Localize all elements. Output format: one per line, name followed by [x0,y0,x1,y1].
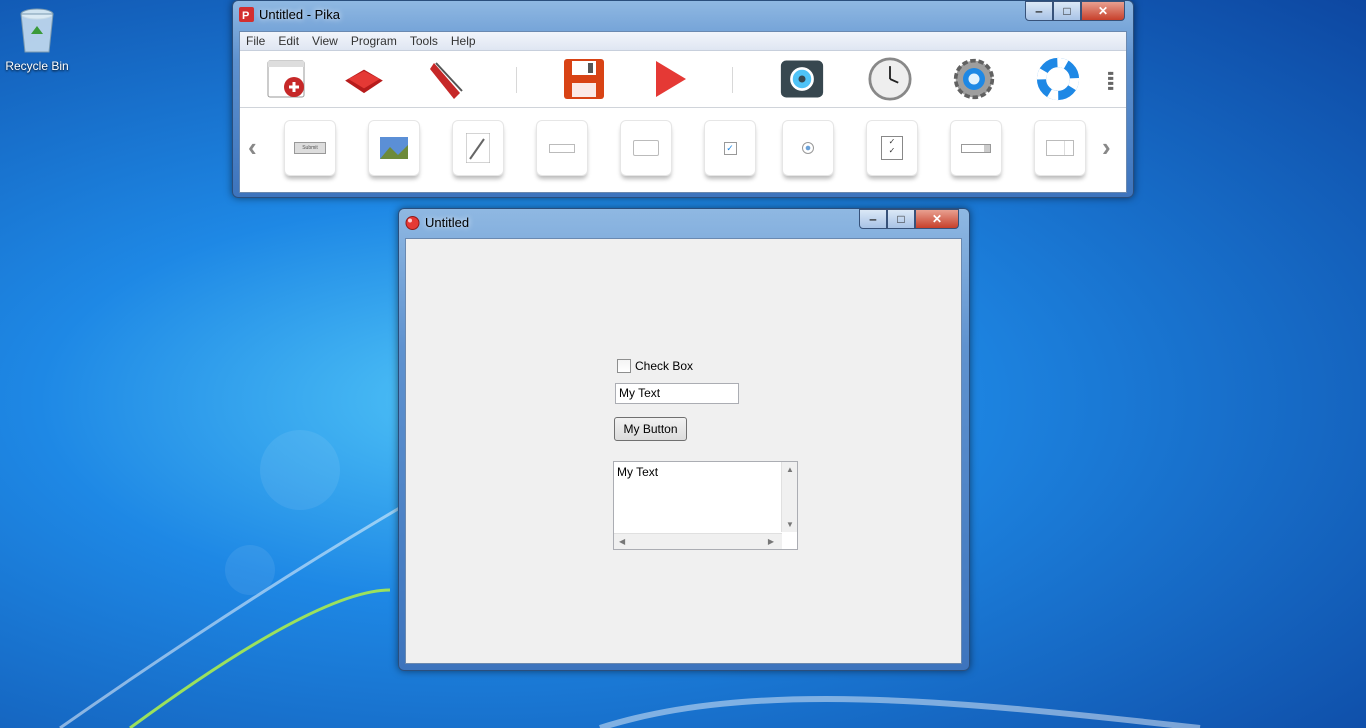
palette-textbox-widget[interactable] [536,120,588,176]
menu-program[interactable]: Program [351,34,397,48]
checklist-widget-icon: ✓ ✓ [881,136,903,160]
memo-widget-icon [466,133,490,163]
text-box-control[interactable]: My Text [615,383,739,404]
image-widget-icon [380,137,408,159]
palette-spinner-widget[interactable] [1034,120,1086,176]
settings-icon [780,60,824,98]
main-toolbar: ▪▪ ▪▪ ▪▪ ▪▪ [240,51,1126,108]
close-icon: ✕ [931,212,943,226]
clock-button[interactable] [868,57,912,101]
save-icon [564,59,604,99]
menu-tools[interactable]: Tools [410,34,438,48]
radio-widget-icon [802,142,814,154]
memo-vertical-scrollbar[interactable]: ▲ ▼ [781,462,797,532]
form-window: Untitled ‒ □ ✕ Check Box My Text My Butt… [398,208,970,671]
run-button[interactable] [646,57,690,101]
menu-file[interactable]: File [246,34,265,48]
toolbar-separator [516,67,517,93]
textbox-widget-icon [549,143,575,153]
maximize-icon: □ [897,212,905,226]
minimize-icon: ‒ [1035,4,1043,18]
form-close-button[interactable]: ✕ [915,209,959,229]
stapler-icon [430,62,463,99]
check-box-control[interactable]: Check Box [617,359,693,373]
my-button[interactable]: My Button [614,417,687,441]
run-icon [656,61,686,97]
toolbar-separator-2 [732,67,733,93]
help-button[interactable] [1036,57,1080,101]
combobox-widget-icon [961,143,991,153]
palette-memo-widget[interactable] [452,120,504,176]
form-canvas: Check Box My Text My Button My Text ▲ ▼ … [405,238,962,664]
palette-next-button[interactable]: › [1102,132,1111,163]
palette-button-widget[interactable]: Submit [284,120,336,176]
palette-combobox-widget[interactable] [950,120,1002,176]
close-button[interactable]: ✕ [1081,1,1125,21]
memo-horizontal-scrollbar[interactable]: ◀ ▶ [614,533,782,549]
recycle-bin-icon [20,8,54,53]
settings-button[interactable] [780,57,824,101]
scroll-down-icon[interactable]: ▼ [786,520,794,529]
maximize-button[interactable]: □ [1053,1,1081,21]
minimize-icon: ‒ [869,212,877,226]
palette-image-widget[interactable] [368,120,420,176]
clock-icon [868,57,912,101]
palette-checklist-widget[interactable]: ✓ ✓ [866,120,918,176]
recycle-bin[interactable]: Recycle Bin [4,6,70,73]
menu-help[interactable]: Help [451,34,476,48]
main-window-client: File Edit View Program Tools Help ▪▪ ▪▪ … [239,31,1127,193]
memo-control[interactable]: My Text ▲ ▼ ◀ ▶ [613,461,798,550]
checkbox-widget-icon: ✓ [723,141,737,155]
menu-view[interactable]: View [312,34,338,48]
memo-text: My Text [617,465,659,479]
spinner-widget-icon [1046,140,1074,156]
new-form-button[interactable] [264,57,308,101]
form-window-title: Untitled [425,215,470,230]
form-app-icon [405,216,420,230]
chevron-right-icon: › [1102,132,1111,162]
toolbar-grip[interactable]: ▪▪ ▪▪ ▪▪ ▪▪ [1107,67,1113,94]
main-window-title: Untitled - Pika [259,7,340,22]
scroll-right-icon[interactable]: ▶ [768,537,774,546]
palette-prev-button[interactable]: ‹ [248,132,257,163]
pika-main-window: P Untitled - Pika ‒ □ ✕ File Edit View P… [232,0,1134,198]
widget-palette: ‹ Submit ✓ ✓ ✓ › [240,108,1126,192]
form-minimize-button[interactable]: ‒ [859,209,887,229]
minimize-button[interactable]: ‒ [1025,1,1053,21]
palette-radio-widget[interactable] [782,120,834,176]
pika-app-icon: P [239,7,254,22]
help-lifebuoy-icon [1036,57,1080,101]
scroll-left-icon[interactable]: ◀ [619,537,625,546]
checkbox-label: Check Box [635,359,694,373]
new-form-icon [267,60,305,98]
form-maximize-button[interactable]: □ [887,209,915,229]
close-icon: ✕ [1097,4,1109,18]
maximize-icon: □ [1063,4,1071,18]
panel-widget-icon [633,140,659,156]
scroll-up-icon[interactable]: ▲ [786,465,794,474]
chevron-left-icon: ‹ [248,132,257,162]
menu-edit[interactable]: Edit [278,34,299,48]
gear-icon [953,58,995,100]
svg-text:P: P [242,10,249,22]
stapler-button[interactable] [426,57,470,101]
open-button[interactable] [342,57,386,101]
palette-checkbox-widget[interactable]: ✓ [704,120,756,176]
gear-button[interactable] [952,57,996,101]
palette-panel-widget[interactable] [620,120,672,176]
menu-bar: File Edit View Program Tools Help [240,32,1126,51]
button-widget-icon: Submit [294,142,326,154]
open-icon [345,69,383,94]
recycle-bin-label: Recycle Bin [5,59,69,73]
save-button[interactable] [562,57,606,101]
checkbox-square[interactable] [617,359,631,373]
